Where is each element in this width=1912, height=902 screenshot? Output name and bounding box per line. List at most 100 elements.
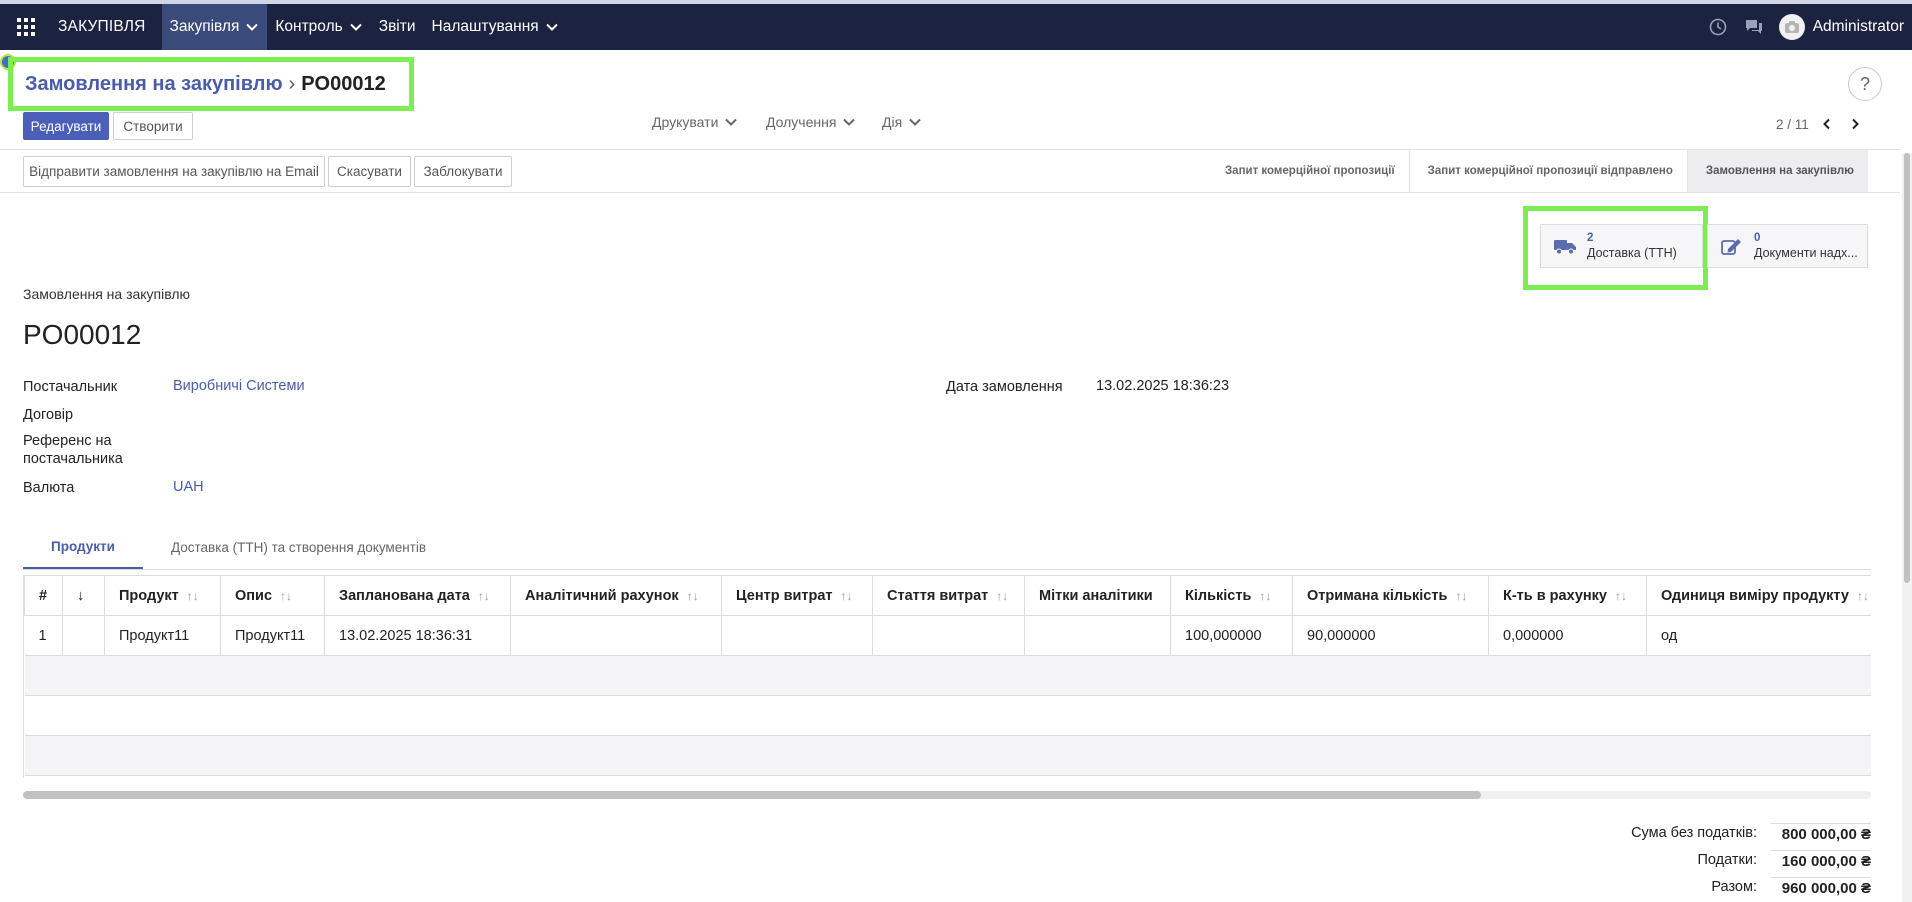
col-header[interactable]: Центр витрат ↑↓ xyxy=(721,575,873,616)
edit-button[interactable]: Редагувати xyxy=(23,112,109,140)
chevron-down-icon xyxy=(246,23,259,31)
receipts-label: Долучення xyxy=(766,114,837,130)
cancel-button[interactable]: Скасувати xyxy=(328,156,411,187)
lock-button[interactable]: Заблокувати xyxy=(414,156,512,187)
sort-icon: ↑↓ xyxy=(280,588,293,603)
document-type-label: Замовлення на закупівлю xyxy=(23,286,191,302)
breadcrumb-separator-icon: › xyxy=(288,72,296,95)
notebook-tabs: Продукти Доставка (ТТН) та створення док… xyxy=(23,526,1871,570)
empty-row xyxy=(24,735,1871,776)
table-cell: од xyxy=(1646,615,1871,656)
table-cell xyxy=(872,615,1025,656)
col-header-label: Отримана кількість xyxy=(1307,587,1448,604)
document-name: PO00012 xyxy=(23,319,142,350)
nav-item-settings[interactable]: Налаштування xyxy=(424,4,567,50)
sort-icon: ↑↓ xyxy=(840,588,853,603)
main-navbar: ЗАКУПІВЛЯ Закупівля Контроль Звіти Налаш… xyxy=(0,4,1912,50)
col-header-label: Стаття витрат xyxy=(887,587,989,604)
nav-menu: Закупівля Контроль Звіти Налаштування xyxy=(161,4,567,50)
col-header[interactable]: Кількість ↑↓ xyxy=(1170,575,1293,616)
sort-icon: ↑↓ xyxy=(686,588,699,603)
col-header-label: Центр витрат xyxy=(736,587,833,604)
sort-icon: ↑↓ xyxy=(996,588,1009,603)
tab-delivery[interactable]: Доставка (ТТН) та створення документів xyxy=(143,526,454,569)
empty-row xyxy=(24,655,1871,696)
sort-icon: ↑↓ xyxy=(1455,588,1468,603)
table-cell: Продукт11 xyxy=(220,615,325,656)
scrollbar-thumb[interactable] xyxy=(1904,153,1910,583)
col-header[interactable]: ↓ xyxy=(62,575,105,616)
stage-purchase-order[interactable]: Замовлення на закупівлю xyxy=(1687,150,1868,192)
col-header[interactable]: Одиниця виміру продукту ↑↓ xyxy=(1646,575,1871,616)
col-header[interactable]: Мітки аналітики xyxy=(1024,575,1171,616)
col-header[interactable]: Отримана кількість ↑↓ xyxy=(1292,575,1489,616)
col-header[interactable]: Стаття витрат ↑↓ xyxy=(872,575,1025,616)
receipts-dropdown[interactable]: Долучення xyxy=(766,114,856,130)
stage-rfq[interactable]: Запит комерційної пропозиції xyxy=(1207,150,1410,192)
col-header[interactable]: Опис ↑↓ xyxy=(220,575,325,616)
pager-next-icon[interactable] xyxy=(1845,114,1865,134)
sort-icon: ↑↓ xyxy=(1856,588,1869,603)
order-totals: Сума без податків: 800 000,00 ₴ Податки:… xyxy=(1571,819,1871,900)
help-button[interactable]: ? xyxy=(1848,67,1882,101)
vendor-ref-label-line: Референс на xyxy=(23,433,112,449)
nav-item-purchase[interactable]: Закупівля xyxy=(161,4,268,50)
vendor-ref-label: Референс на постачальника xyxy=(23,432,123,468)
truck-icon xyxy=(1554,240,1576,255)
action-dropdown[interactable]: Дія xyxy=(882,114,922,130)
scrollbar-thumb[interactable] xyxy=(23,791,1481,799)
avatar[interactable] xyxy=(1778,14,1805,40)
contract-label: Договір xyxy=(23,407,74,423)
chevron-down-icon xyxy=(909,118,921,126)
apps-icon[interactable] xyxy=(0,4,52,50)
stage-rfq-sent[interactable]: Запит комерційної пропозиції відправлено xyxy=(1410,150,1688,192)
table-cell xyxy=(1024,615,1171,656)
nav-item-reports[interactable]: Звіти xyxy=(371,4,424,50)
col-header-label: Мітки аналітики xyxy=(1039,587,1153,604)
sort-handle-icon: ↓ xyxy=(77,587,85,604)
order-date-value: 13.02.2025 18:36:23 xyxy=(1096,378,1230,394)
chevron-down-icon xyxy=(545,23,558,31)
col-header[interactable]: К-ть в рахунку ↑↓ xyxy=(1488,575,1647,616)
currency-label: Валюта xyxy=(23,480,75,496)
pager-value[interactable]: 2 / 11 xyxy=(1776,117,1809,132)
nav-item-label: Закупівля xyxy=(169,18,240,35)
nav-item-control[interactable]: Контроль xyxy=(267,4,370,50)
breadcrumb-parent-link[interactable]: Замовлення на закупівлю xyxy=(25,73,283,96)
table-row[interactable]: 1 Продукт11 Продукт11 13.02.2025 18:36:3… xyxy=(24,615,1871,656)
app-brand[interactable]: ЗАКУПІВЛЯ xyxy=(52,18,162,36)
table-cell: 90,000000 xyxy=(1292,615,1489,656)
pager-previous-icon[interactable] xyxy=(1817,114,1837,134)
col-header-label: Опис xyxy=(235,587,273,604)
col-header[interactable]: Запланована дата ↑↓ xyxy=(324,575,511,616)
create-button[interactable]: Створити xyxy=(113,112,193,140)
supplier-link[interactable]: Виробничі Системи xyxy=(173,378,305,394)
print-dropdown[interactable]: Друкувати xyxy=(652,114,738,130)
horizontal-scrollbar[interactable] xyxy=(23,791,1871,799)
tab-products[interactable]: Продукти xyxy=(23,526,143,569)
col-header-label: # xyxy=(39,587,48,604)
vendor-ref-label-line: постачальника xyxy=(23,451,123,467)
pager: 2 / 11 xyxy=(1776,114,1865,134)
clock-icon[interactable] xyxy=(1707,16,1729,38)
col-header[interactable]: Продукт ↑↓ xyxy=(104,575,221,616)
col-header-label: Одиниця виміру продукту xyxy=(1661,587,1849,604)
untaxed-value: 800 000,00 ₴ xyxy=(1771,822,1871,843)
currency-link[interactable]: UAH xyxy=(173,479,204,495)
col-header-label: Аналітичний рахунок xyxy=(525,587,679,604)
untaxed-row: Сума без податків: 800 000,00 ₴ xyxy=(1571,819,1871,846)
form-statusbar: Відправити замовлення на закупівлю на Em… xyxy=(0,149,1900,193)
chat-icon[interactable] xyxy=(1743,16,1765,38)
receipt-docs-label: Документи надх... xyxy=(1754,246,1858,260)
col-header-label: Запланована дата xyxy=(339,587,470,604)
send-email-button[interactable]: Відправити замовлення на закупівлю на Em… xyxy=(23,156,325,187)
receipt-docs-smart-button[interactable]: 0 Документи надх... xyxy=(1707,224,1868,268)
vertical-scrollbar[interactable] xyxy=(1902,153,1912,902)
empty-row xyxy=(24,695,1871,736)
table-cell: Продукт11 xyxy=(104,615,221,656)
total-row: Разом: 960 000,00 ₴ xyxy=(1571,873,1871,900)
deliveries-smart-button[interactable]: 2 Доставка (ТТН) xyxy=(1540,224,1703,268)
breadcrumb: Замовлення на закупівлю › PO00012 xyxy=(8,57,414,111)
user-name[interactable]: Administrator xyxy=(1813,18,1904,36)
col-header[interactable]: Аналітичний рахунок ↑↓ xyxy=(510,575,722,616)
